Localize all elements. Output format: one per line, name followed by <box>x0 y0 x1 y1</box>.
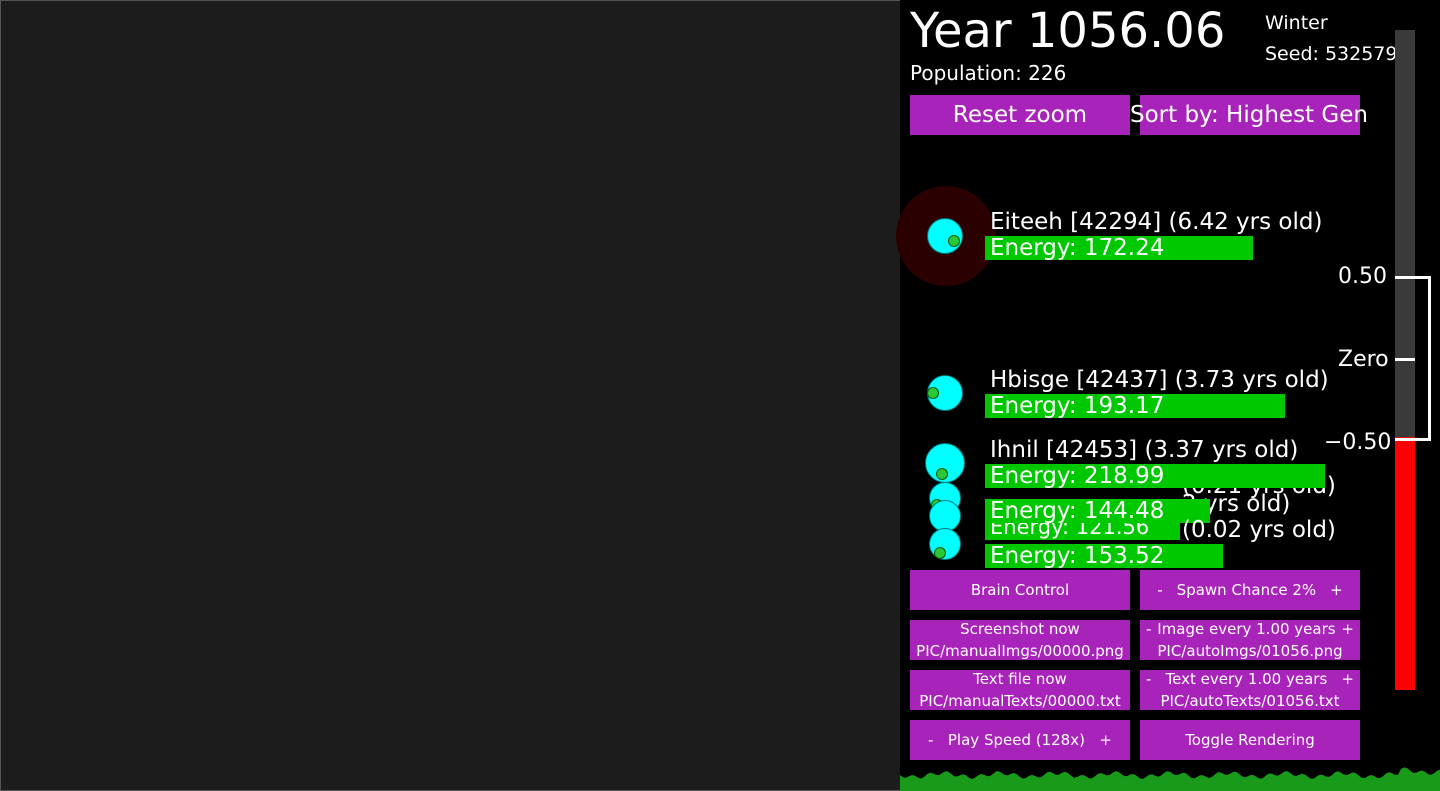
toggle-rendering-button[interactable]: Toggle Rendering <box>1140 720 1360 760</box>
spawn-increase-button[interactable]: + <box>1330 579 1343 601</box>
creature-name: Eiteeh [42294] (6.42 yrs old) <box>990 209 1323 235</box>
sort-by-button[interactable]: Sort by: Highest Gen <box>1130 95 1368 135</box>
year-counter: Year 1056.06 <box>910 3 1226 59</box>
image-interval-increase-button[interactable]: + <box>1341 618 1354 640</box>
brain-control-button[interactable]: Brain Control <box>910 570 1130 610</box>
text-file-now-label: Text file now <box>973 670 1067 688</box>
text-file-path: PIC/manualTexts/00000.txt <box>919 692 1121 710</box>
creature-energy: Energy: 144.48 <box>990 498 1165 524</box>
spawn-decrease-button[interactable]: - <box>1157 579 1162 601</box>
image-auto-path: PIC/autoImgs/01056.png <box>1157 642 1343 660</box>
play-speed-control: - Play Speed (128x) + <box>910 720 1130 760</box>
creature-energy: Energy: 218.99 <box>990 463 1165 489</box>
creature-energy: Energy: 153.52 <box>990 543 1165 569</box>
image-interval-decrease-button[interactable]: - <box>1146 618 1151 640</box>
image-interval-control: - Image every 1.00 years + PIC/autoImgs/… <box>1140 620 1360 660</box>
image-interval-label: Image every 1.00 years <box>1157 620 1336 638</box>
app-window: Year 1056.06 Population: 226 Winter Seed… <box>0 0 1440 791</box>
season-label: Winter <box>1265 12 1328 34</box>
reset-zoom-button[interactable]: Reset zoom <box>910 95 1130 135</box>
creature-energy: Energy: 193.17 <box>990 393 1165 419</box>
value-meter-fill <box>1395 437 1415 690</box>
tick-low <box>1395 438 1415 441</box>
population-graph <box>900 767 1440 791</box>
text-auto-path: PIC/autoTexts/01056.txt <box>1160 692 1340 710</box>
text-interval-control: - Text every 1.00 years + PIC/autoTexts/… <box>1140 670 1360 710</box>
speed-decrease-button[interactable]: - <box>928 729 933 751</box>
creature-name: (0.02 yrs old) <box>1182 517 1336 543</box>
creature-mouth-icon <box>936 468 948 480</box>
text-file-now-button[interactable]: Text file now PIC/manualTexts/00000.txt <box>910 670 1130 710</box>
creature-name: Ihnil [42453] (3.37 yrs old) <box>990 437 1299 463</box>
world-viewport[interactable] <box>0 0 901 791</box>
text-interval-increase-button[interactable]: + <box>1341 668 1354 690</box>
text-interval-decrease-button[interactable]: - <box>1146 668 1151 690</box>
spawn-chance-label: Spawn Chance 2% <box>1176 581 1317 599</box>
meter-label-high: 0.50 <box>1338 264 1387 289</box>
meter-label-zero: Zero <box>1338 347 1389 372</box>
population-count: Population: 226 <box>910 61 1067 85</box>
meter-label-low: −0.50 <box>1324 430 1392 455</box>
creature-name: Hbisge [42437] (3.73 yrs old) <box>990 367 1329 393</box>
sort-by-label: Sort by: Highest Gen <box>1130 102 1368 128</box>
tick-high <box>1395 276 1415 279</box>
creature-mouth-icon <box>934 547 946 559</box>
creature-energy: Energy: 172.24 <box>990 235 1165 261</box>
screenshot-now-label: Screenshot now <box>960 620 1080 638</box>
creature-mouth-icon <box>948 235 960 247</box>
creature-mouth-icon <box>927 387 939 399</box>
speed-increase-button[interactable]: + <box>1099 729 1112 751</box>
play-speed-label: Play Speed (128x) <box>947 731 1085 749</box>
text-interval-label: Text every 1.00 years <box>1165 670 1328 688</box>
info-panel: Year 1056.06 Population: 226 Winter Seed… <box>896 0 1440 791</box>
tick-zero <box>1395 358 1415 361</box>
population-graph-line <box>900 767 1440 791</box>
seed-label: Seed: 532579 <box>1265 43 1398 65</box>
spawn-chance-control: - Spawn Chance 2% + <box>1140 570 1360 610</box>
screenshot-path: PIC/manualImgs/00000.png <box>916 642 1124 660</box>
screenshot-now-button[interactable]: Screenshot now PIC/manualImgs/00000.png <box>910 620 1130 660</box>
